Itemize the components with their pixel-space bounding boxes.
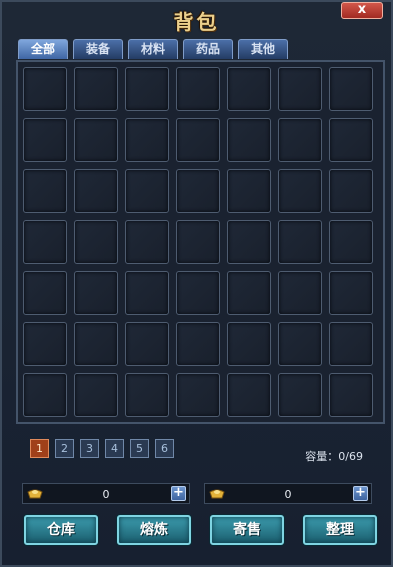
inventory-grid xyxy=(23,67,373,417)
inventory-slot[interactable] xyxy=(176,220,220,264)
inventory-slot[interactable] xyxy=(278,118,322,162)
inventory-slot[interactable] xyxy=(278,271,322,315)
tab-all[interactable]: 全部 xyxy=(18,39,68,59)
category-tabs: 全部 装备 材料 药品 其他 xyxy=(18,39,293,60)
warehouse-button[interactable]: 仓库 xyxy=(24,515,98,545)
inventory-slot[interactable] xyxy=(23,373,67,417)
add-currency-1-button[interactable]: + xyxy=(171,486,186,501)
inventory-slot[interactable] xyxy=(74,322,118,366)
page-4-button[interactable]: 4 xyxy=(105,439,124,458)
inventory-slot[interactable] xyxy=(23,67,67,111)
inventory-slot[interactable] xyxy=(227,271,271,315)
inventory-slot[interactable] xyxy=(23,322,67,366)
currency-amount-2: 0 xyxy=(284,488,292,501)
inventory-slot[interactable] xyxy=(176,67,220,111)
inventory-slot[interactable] xyxy=(74,220,118,264)
inventory-slot[interactable] xyxy=(278,169,322,213)
inventory-slot[interactable] xyxy=(176,271,220,315)
inventory-slot[interactable] xyxy=(227,169,271,213)
plus-icon: + xyxy=(355,485,366,500)
currency-box-1: 0 + xyxy=(22,483,190,504)
inventory-slot[interactable] xyxy=(227,67,271,111)
inventory-slot[interactable] xyxy=(278,322,322,366)
close-button[interactable]: x xyxy=(341,2,383,19)
inventory-slot[interactable] xyxy=(23,220,67,264)
inventory-slot[interactable] xyxy=(74,67,118,111)
inventory-slot[interactable] xyxy=(125,67,169,111)
inventory-slot[interactable] xyxy=(278,373,322,417)
inventory-slot[interactable] xyxy=(125,271,169,315)
page-1-button[interactable]: 1 xyxy=(30,439,49,458)
window-title: 背包 xyxy=(173,10,220,34)
inventory-slot[interactable] xyxy=(74,373,118,417)
page-2-button[interactable]: 2 xyxy=(55,439,74,458)
inventory-slot[interactable] xyxy=(74,169,118,213)
tab-equipment[interactable]: 装备 xyxy=(73,39,123,59)
page-5-button[interactable]: 5 xyxy=(130,439,149,458)
inventory-slot[interactable] xyxy=(278,67,322,111)
consign-button[interactable]: 寄售 xyxy=(210,515,284,545)
sort-button[interactable]: 整理 xyxy=(303,515,377,545)
inventory-slot[interactable] xyxy=(278,220,322,264)
inventory-slot[interactable] xyxy=(125,220,169,264)
inventory-panel xyxy=(16,60,385,424)
page-3-button[interactable]: 3 xyxy=(80,439,99,458)
inventory-slot[interactable] xyxy=(329,67,373,111)
close-icon: x xyxy=(357,2,367,17)
inventory-slot[interactable] xyxy=(329,322,373,366)
inventory-slot[interactable] xyxy=(227,118,271,162)
inventory-slot[interactable] xyxy=(176,322,220,366)
inventory-slot[interactable] xyxy=(23,271,67,315)
inventory-slot[interactable] xyxy=(23,118,67,162)
inventory-slot[interactable] xyxy=(74,271,118,315)
inventory-slot[interactable] xyxy=(125,373,169,417)
inventory-slot[interactable] xyxy=(125,322,169,366)
plus-icon: + xyxy=(173,485,184,500)
smelt-button[interactable]: 熔炼 xyxy=(117,515,191,545)
currency-box-2: 0 + xyxy=(204,483,372,504)
inventory-slot[interactable] xyxy=(23,169,67,213)
tab-potions[interactable]: 药品 xyxy=(183,39,233,59)
add-currency-2-button[interactable]: + xyxy=(353,486,368,501)
inventory-slot[interactable] xyxy=(227,322,271,366)
page-selector: 1 2 3 4 5 6 xyxy=(30,439,180,458)
inventory-slot[interactable] xyxy=(125,118,169,162)
inventory-slot[interactable] xyxy=(74,118,118,162)
inventory-slot[interactable] xyxy=(176,169,220,213)
inventory-slot[interactable] xyxy=(125,169,169,213)
tab-materials[interactable]: 材料 xyxy=(128,39,178,59)
inventory-window: 背包 x 全部 装备 材料 药品 其他 1 2 3 4 5 6 容量：0/69 … xyxy=(0,0,393,567)
inventory-slot[interactable] xyxy=(329,271,373,315)
page-6-button[interactable]: 6 xyxy=(155,439,174,458)
inventory-slot[interactable] xyxy=(329,373,373,417)
inventory-slot[interactable] xyxy=(176,118,220,162)
capacity-label: 容量：0/69 xyxy=(305,450,363,463)
inventory-slot[interactable] xyxy=(329,169,373,213)
currency-amount-1: 0 xyxy=(102,488,110,501)
tab-other[interactable]: 其他 xyxy=(238,39,288,59)
inventory-slot[interactable] xyxy=(227,220,271,264)
inventory-slot[interactable] xyxy=(329,118,373,162)
inventory-slot[interactable] xyxy=(176,373,220,417)
inventory-slot[interactable] xyxy=(329,220,373,264)
inventory-slot[interactable] xyxy=(227,373,271,417)
